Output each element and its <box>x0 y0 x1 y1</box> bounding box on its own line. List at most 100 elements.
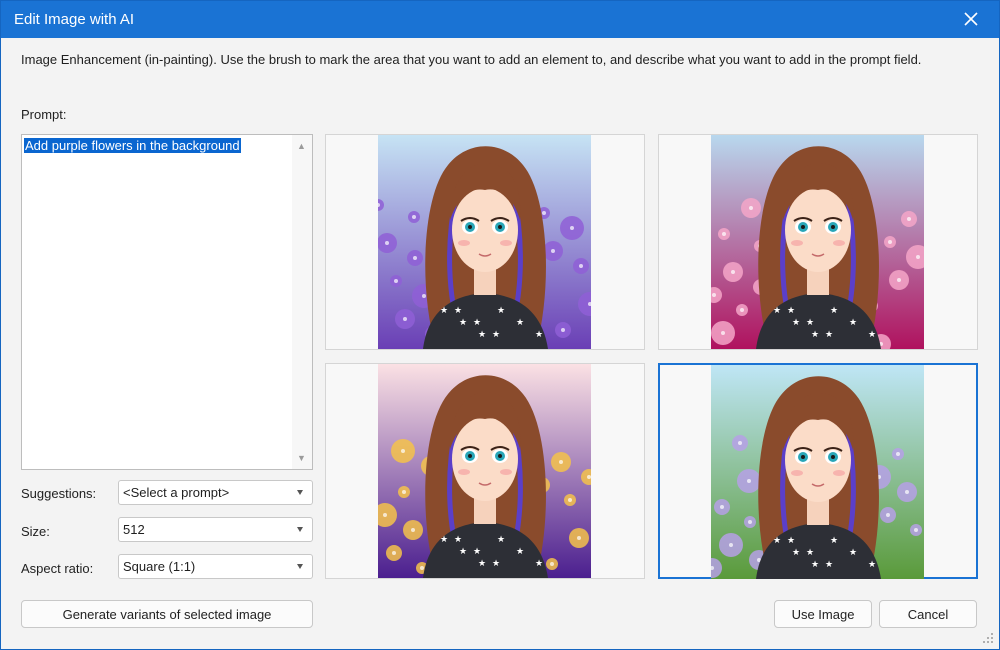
generate-variants-button[interactable]: Generate variants of selected image <box>21 600 313 628</box>
shirt-star: ★ <box>492 558 500 568</box>
shirt-star: ★ <box>806 547 814 557</box>
scroll-up-arrow-icon[interactable]: ▲ <box>297 141 306 151</box>
image-variant-2[interactable]: ★ ★ ★ ★ ★ ★ ★ ★ ★ <box>658 134 978 350</box>
eye-pupil <box>831 455 835 459</box>
flower-center <box>916 255 920 259</box>
flower-center <box>720 505 724 509</box>
shirt-star: ★ <box>787 535 795 545</box>
flower-center <box>559 460 563 464</box>
size-label: Size: <box>21 524 50 539</box>
cancel-button[interactable]: Cancel <box>879 600 977 628</box>
edit-image-dialog: Edit Image with AI Image Enhancement (in… <box>0 0 1000 650</box>
shirt-star: ★ <box>459 317 467 327</box>
flower-center <box>412 215 416 219</box>
flower-center <box>905 490 909 494</box>
flower-center <box>420 566 424 570</box>
shirt-star: ★ <box>830 535 838 545</box>
flower-center <box>907 217 911 221</box>
prompt-textarea[interactable]: Add purple flowers in the background ▲ ▼ <box>21 134 313 470</box>
blush <box>833 240 845 246</box>
face <box>785 188 851 272</box>
flower-center <box>748 520 752 524</box>
blush <box>458 240 470 246</box>
prompt-text: Add purple flowers in the background <box>24 138 241 153</box>
shirt-star: ★ <box>492 329 500 339</box>
flower-center <box>587 475 591 479</box>
flower-center <box>888 240 892 244</box>
shirt-star: ★ <box>478 329 486 339</box>
size-value: 512 <box>123 522 145 537</box>
shirt-star: ★ <box>792 547 800 557</box>
shirt-star: ★ <box>773 305 781 315</box>
face <box>452 417 518 501</box>
eye-pupil <box>498 225 502 229</box>
shirt-star: ★ <box>440 305 448 315</box>
shirt-star: ★ <box>811 559 819 569</box>
face <box>452 188 518 272</box>
shirt-star: ★ <box>497 534 505 544</box>
shirt-star: ★ <box>459 546 467 556</box>
close-icon <box>964 12 978 26</box>
size-select[interactable]: 512 <box>118 517 313 542</box>
chevron-down-icon <box>297 564 303 569</box>
eye-pupil <box>498 454 502 458</box>
resize-grip-icon[interactable] <box>983 633 993 643</box>
close-button[interactable] <box>949 3 993 35</box>
aspect-ratio-select[interactable]: Square (1:1) <box>118 554 313 579</box>
use-image-button[interactable]: Use Image <box>774 600 872 628</box>
shirt-star: ★ <box>473 317 481 327</box>
flower-center <box>570 226 574 230</box>
image-variant-1[interactable]: ★ ★ ★ ★ ★ ★ ★ ★ ★ <box>325 134 645 350</box>
flower-center <box>740 308 744 312</box>
portrait-image: ★ ★ ★ ★ ★ ★ ★ ★ ★ <box>711 365 924 579</box>
flower-center <box>897 278 901 282</box>
dialog-title: Edit Image with AI <box>14 11 135 28</box>
chevron-down-icon <box>297 527 303 532</box>
shirt-star: ★ <box>440 534 448 544</box>
suggestions-value: <Select a prompt> <box>123 485 230 500</box>
shirt-star: ★ <box>535 558 543 568</box>
flower-center <box>722 232 726 236</box>
shirt-star: ★ <box>868 329 876 339</box>
shirt-star: ★ <box>806 317 814 327</box>
shirt-star: ★ <box>792 317 800 327</box>
shirt-star: ★ <box>516 317 524 327</box>
suggestions-select[interactable]: <Select a prompt> <box>118 480 313 505</box>
image-variant-3[interactable]: ★ ★ ★ ★ ★ ★ ★ ★ ★ <box>325 363 645 579</box>
shirt-star: ★ <box>497 305 505 315</box>
flower-center <box>886 513 890 517</box>
flower-center <box>413 256 417 260</box>
flower-center <box>731 270 735 274</box>
shirt-star: ★ <box>787 305 795 315</box>
flower-center <box>392 551 396 555</box>
blush <box>500 469 512 475</box>
flower-center <box>896 452 900 456</box>
flower-center <box>551 249 555 253</box>
flower-center <box>577 536 581 540</box>
eye-pupil <box>468 225 472 229</box>
shirt-star: ★ <box>825 559 833 569</box>
flower-center <box>542 211 546 215</box>
image-variant-4[interactable]: ★ ★ ★ ★ ★ ★ ★ ★ ★ <box>658 363 978 579</box>
flower-center <box>738 441 742 445</box>
shirt-star: ★ <box>868 559 876 569</box>
prompt-scrollbar[interactable]: ▲ ▼ <box>292 135 312 469</box>
flower-center <box>403 317 407 321</box>
flower-center <box>712 293 716 297</box>
flower-center <box>749 206 753 210</box>
flower-center <box>550 562 554 566</box>
eye-pupil <box>801 455 805 459</box>
suggestions-label: Suggestions: <box>21 486 97 501</box>
face <box>785 418 851 502</box>
title-bar: Edit Image with AI <box>1 1 999 38</box>
flower-center <box>402 490 406 494</box>
shirt-star: ★ <box>773 535 781 545</box>
flower-center <box>579 264 583 268</box>
shirt-star: ★ <box>478 558 486 568</box>
scroll-down-arrow-icon[interactable]: ▼ <box>297 453 306 463</box>
blush <box>458 469 470 475</box>
shirt-star: ★ <box>849 547 857 557</box>
eye-pupil <box>801 225 805 229</box>
chevron-down-icon <box>297 490 303 495</box>
blush <box>833 470 845 476</box>
